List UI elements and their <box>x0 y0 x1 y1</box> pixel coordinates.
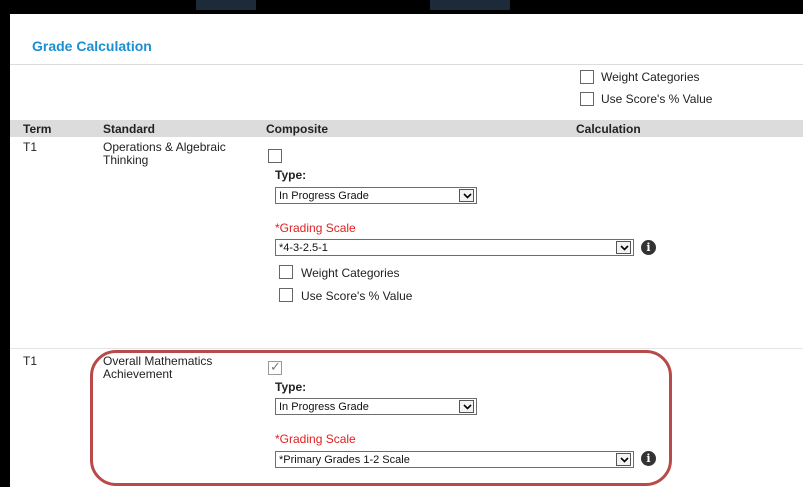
row1-use-score-value-label: Use Score's % Value <box>301 289 413 303</box>
row2-grading-scale-value: *Primary Grades 1-2 Scale <box>279 454 410 466</box>
row2-grading-scale-label: *Grading Scale <box>275 432 356 446</box>
row1-type-select[interactable]: In Progress Grade <box>275 187 477 204</box>
background-element <box>430 0 510 10</box>
chevron-down-icon <box>459 400 474 413</box>
row2-type-value: In Progress Grade <box>279 401 369 413</box>
window-edge <box>0 14 10 487</box>
row1-type-label: Type: <box>275 168 307 182</box>
row1-grading-scale-select[interactable]: *4-3-2.5-1 <box>275 239 634 256</box>
row1-type-value: In Progress Grade <box>279 190 369 202</box>
row2-composite-checkbox[interactable]: ✓ <box>268 359 282 375</box>
use-score-value-label-top: Use Score's % Value <box>601 92 713 106</box>
grade-calculation-dialog: Grade Calculation Weight Categories Use … <box>10 14 803 487</box>
row1-term: T1 <box>23 140 38 154</box>
info-icon[interactable]: i <box>641 240 656 255</box>
info-icon[interactable]: i <box>641 451 656 466</box>
weight-categories-label-top: Weight Categories <box>601 70 700 84</box>
row1-use-score-value-checkbox[interactable] <box>279 288 293 302</box>
header-composite: Composite <box>266 122 329 136</box>
chevron-down-icon <box>616 241 631 254</box>
weight-categories-checkbox-top[interactable] <box>580 70 594 84</box>
chevron-down-icon <box>616 453 631 466</box>
header-term: Term <box>23 122 52 136</box>
header-calculation: Calculation <box>576 122 641 136</box>
row1-standard: Operations & Algebraic Thinking <box>103 140 226 167</box>
row1-weight-categories-checkbox[interactable] <box>279 265 293 279</box>
row2-term: T1 <box>23 354 38 368</box>
row2-type-label: Type: <box>275 380 307 394</box>
dialog-title: Grade Calculation <box>32 38 152 54</box>
row2-standard: Overall Mathematics Achievement <box>103 354 213 381</box>
row-divider <box>10 348 803 349</box>
row2-grading-scale-select[interactable]: *Primary Grades 1-2 Scale <box>275 451 634 468</box>
row1-weight-categories-label: Weight Categories <box>301 266 400 280</box>
row1-grading-scale-label: *Grading Scale <box>275 221 356 235</box>
title-divider <box>10 64 803 65</box>
background-window-strip <box>0 0 803 14</box>
table-header: Term Standard Composite Calculation <box>10 120 803 137</box>
chevron-down-icon <box>459 189 474 202</box>
background-element <box>196 0 256 10</box>
use-score-value-checkbox-top[interactable] <box>580 92 594 106</box>
row1-grading-scale-value: *4-3-2.5-1 <box>279 242 328 254</box>
checkmark-icon: ✓ <box>270 359 281 374</box>
row2-type-select[interactable]: In Progress Grade <box>275 398 477 415</box>
header-standard: Standard <box>103 122 156 136</box>
row1-composite-checkbox[interactable] <box>268 149 282 163</box>
